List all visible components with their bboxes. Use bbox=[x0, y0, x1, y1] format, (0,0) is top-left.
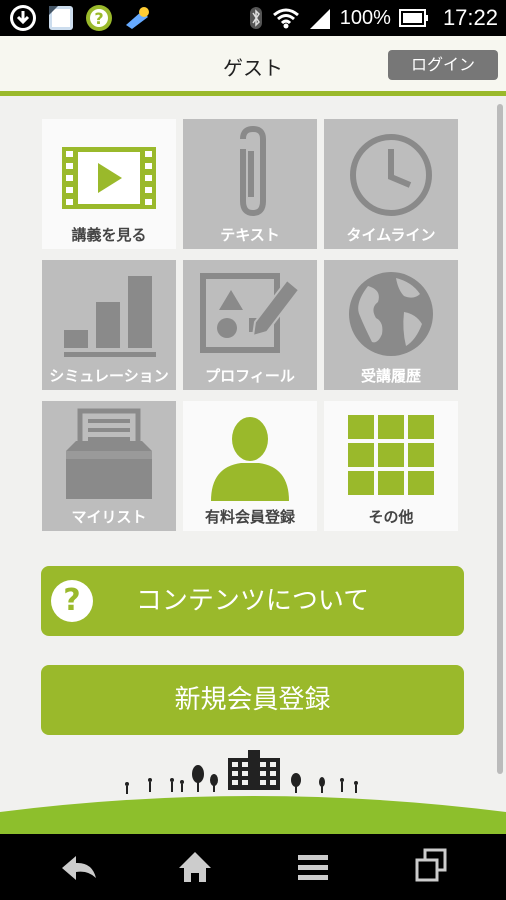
globe-icon bbox=[349, 272, 433, 356]
register-label: 新規会員登録 bbox=[174, 685, 331, 715]
recent-apps-button[interactable] bbox=[390, 834, 470, 900]
menu-item-watch-lecture[interactable]: 講義を見る bbox=[42, 119, 176, 249]
login-button[interactable]: ログイン bbox=[388, 50, 498, 80]
system-indicators: 100% 17:22 bbox=[248, 0, 498, 36]
menu-label: 講義を見る bbox=[71, 226, 147, 244]
menu-button[interactable] bbox=[272, 834, 352, 900]
menu-item-premium-register[interactable]: 有料会員登録 bbox=[183, 401, 317, 531]
video-icon bbox=[62, 147, 156, 209]
profile-edit-icon bbox=[200, 273, 301, 353]
about-contents-button[interactable]: ? コンテンツについて bbox=[41, 566, 464, 636]
menu-item-other[interactable]: その他 bbox=[324, 401, 458, 531]
grid-icon bbox=[348, 415, 434, 495]
home-button[interactable] bbox=[155, 834, 235, 900]
navigation-bar bbox=[0, 834, 506, 900]
menu-label: シミュレーション bbox=[49, 367, 169, 385]
bluetooth-icon bbox=[249, 7, 262, 29]
recent-apps-icon bbox=[415, 848, 447, 882]
paperclip-icon bbox=[240, 125, 266, 217]
weather-icon bbox=[126, 7, 149, 29]
svg-text:?: ? bbox=[94, 9, 103, 28]
person-icon bbox=[211, 417, 289, 501]
menu-item-timeline[interactable]: タイムライン bbox=[324, 119, 458, 249]
menu-label: マイリスト bbox=[71, 508, 147, 526]
menu-item-text[interactable]: テキスト bbox=[183, 119, 317, 249]
menu-label: 受講履歴 bbox=[360, 367, 421, 385]
menu-icon bbox=[298, 855, 328, 880]
register-button[interactable]: 新規会員登録 bbox=[41, 665, 464, 735]
building-icon bbox=[228, 750, 280, 790]
battery-percent: 100% bbox=[339, 6, 391, 29]
notification-icons: ? bbox=[8, 4, 152, 32]
about-contents-label: コンテンツについて bbox=[135, 586, 370, 616]
back-icon bbox=[62, 856, 96, 880]
notes-icon bbox=[49, 6, 73, 30]
menu-item-simulation[interactable]: シミュレーション bbox=[42, 260, 176, 390]
download-icon bbox=[10, 5, 36, 31]
battery-icon bbox=[398, 9, 428, 27]
home-icon bbox=[179, 852, 211, 882]
clock: 17:22 bbox=[442, 5, 498, 30]
wifi-icon bbox=[272, 8, 299, 29]
menu-label: その他 bbox=[368, 508, 414, 526]
tray-icon bbox=[66, 408, 152, 499]
question-icon: ? bbox=[51, 580, 93, 622]
help-app-icon: ? bbox=[86, 5, 112, 31]
menu-label: 有料会員登録 bbox=[204, 508, 295, 526]
bar-chart-icon bbox=[64, 276, 156, 357]
menu-label: タイムライン bbox=[346, 226, 436, 244]
clock-icon bbox=[350, 134, 432, 216]
status-bar: ? 100% 17:22 bbox=[0, 0, 506, 36]
menu-item-history[interactable]: 受講履歴 bbox=[324, 260, 458, 390]
menu-label: プロフィール bbox=[205, 367, 295, 385]
menu-label: テキスト bbox=[220, 226, 280, 244]
landscape-illustration bbox=[0, 750, 506, 836]
back-button[interactable] bbox=[38, 834, 118, 900]
menu-item-mylist[interactable]: マイリスト bbox=[42, 401, 176, 531]
app-header: ゲスト ログイン bbox=[0, 36, 506, 96]
signal-icon bbox=[309, 9, 330, 29]
menu-item-profile[interactable]: プロフィール bbox=[183, 260, 317, 390]
scrollbar[interactable] bbox=[497, 104, 503, 774]
